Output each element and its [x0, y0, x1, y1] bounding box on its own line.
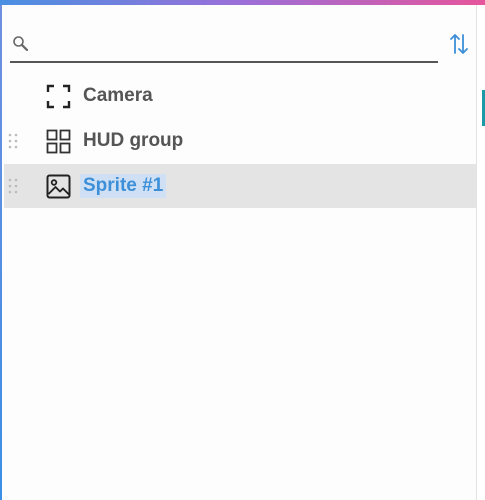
drag-handle-icon[interactable] — [8, 177, 18, 195]
search-icon — [12, 35, 30, 58]
search-input[interactable] — [34, 33, 434, 59]
tree-item-label: HUD group — [83, 130, 184, 151]
grid-group-icon — [46, 129, 71, 154]
search-bar — [10, 31, 438, 63]
tree-item-label: Camera — [83, 85, 153, 106]
hierarchy-panel: Camera HUD group Sprite #1 — [2, 5, 478, 500]
tree-item-hud-group[interactable]: HUD group — [4, 119, 478, 163]
tree-item-label: Sprite #1 — [80, 174, 167, 198]
tree-item-camera[interactable]: Camera — [4, 74, 478, 118]
camera-frame-icon — [46, 84, 71, 109]
tree-item-sprite-1[interactable]: Sprite #1 — [4, 164, 478, 208]
sort-arrows-icon — [449, 32, 469, 61]
drag-handle-icon[interactable] — [8, 132, 18, 150]
image-icon — [46, 174, 71, 199]
sort-button[interactable] — [448, 33, 470, 59]
right-scroll-edge — [476, 5, 485, 500]
